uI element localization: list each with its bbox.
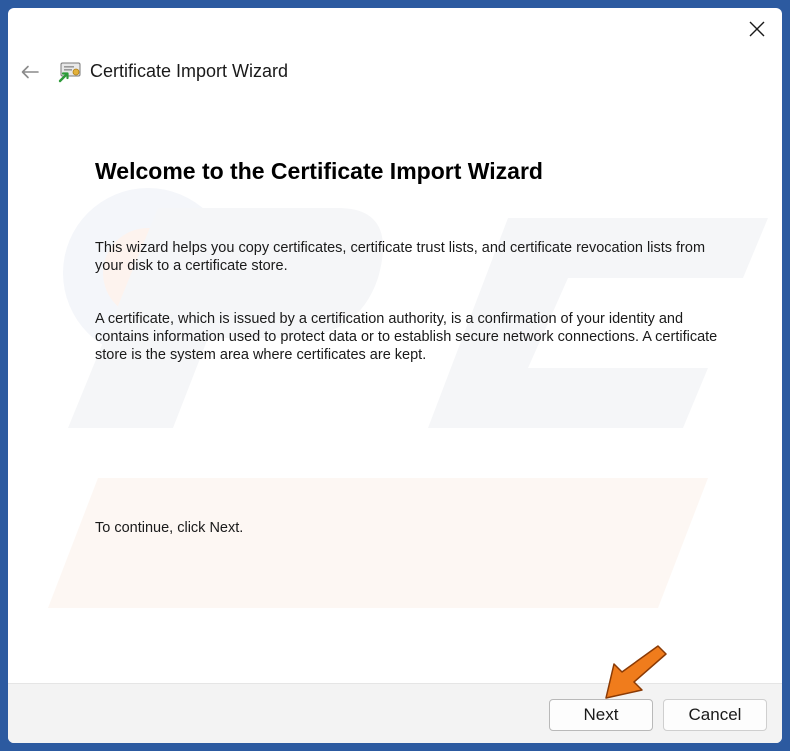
continue-instruction: To continue, click Next.	[95, 520, 244, 536]
intro-paragraph: This wizard helps you copy certificates,…	[95, 240, 706, 274]
watermark-logo	[48, 188, 768, 608]
back-arrow-icon	[21, 65, 39, 79]
certificate-icon	[58, 62, 81, 83]
window-title: Certificate Import Wizard	[90, 61, 289, 81]
close-icon	[749, 21, 765, 37]
wizard-window: Certificate Import Wizard Welcome to the…	[8, 8, 782, 743]
cancel-button[interactable]: Cancel	[663, 699, 767, 731]
button-bar: Next Cancel	[8, 683, 782, 743]
close-button[interactable]	[742, 14, 772, 44]
page-heading: Welcome to the Certificate Import Wizard	[95, 158, 543, 184]
next-button[interactable]: Next	[549, 699, 653, 731]
certificate-description-paragraph: A certificate, which is issued by a cert…	[95, 311, 718, 363]
back-button[interactable]	[18, 60, 42, 84]
